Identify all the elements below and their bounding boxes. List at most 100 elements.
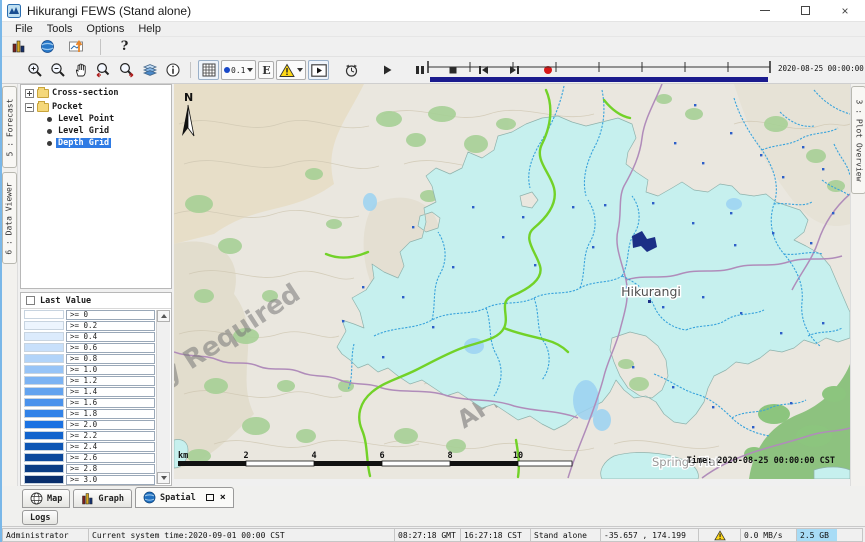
legend-toggle-button[interactable]: E xyxy=(258,61,274,79)
map-viewport[interactable]: API Key Required xyxy=(174,84,850,479)
status-system-time: Current system time:2020-09-01 00:00 CST xyxy=(88,528,394,542)
status-user: Administrator xyxy=(2,528,88,542)
warnings-dropdown[interactable] xyxy=(276,60,306,80)
right-tab-strip: 3 : Plot Overview xyxy=(850,84,865,486)
legend-row: >= 0.4 xyxy=(24,332,155,342)
legend-row: >= 2.2 xyxy=(24,431,155,441)
tree-node-cross-section[interactable]: Cross-section xyxy=(21,87,171,99)
legend-row-label: >= 1.2 xyxy=(66,376,155,386)
tree-leaf[interactable]: Depth Grid xyxy=(21,137,171,149)
logs-panel-button[interactable] xyxy=(8,37,29,57)
legend-row: >= 0 xyxy=(24,310,155,320)
layers-button[interactable] xyxy=(139,60,160,80)
menu-options[interactable]: Options xyxy=(79,23,131,35)
legend-row: >= 2.6 xyxy=(24,453,155,463)
pan-button[interactable] xyxy=(70,60,91,80)
map-canvas[interactable]: API Key Required xyxy=(174,84,850,479)
folder-icon xyxy=(37,89,49,98)
legend-row-label: >= 2.0 xyxy=(66,420,155,430)
menu-help[interactable]: Help xyxy=(131,23,168,35)
logs-tab[interactable]: Logs xyxy=(22,510,58,525)
legend-table: >= 0 >= 0.2 >= 0.4 >= 0.6 xyxy=(24,310,155,485)
map-display-button[interactable] xyxy=(37,37,58,57)
zoom-previous-button[interactable] xyxy=(93,60,114,80)
minimize-button[interactable] xyxy=(745,0,785,21)
tab-maximize-icon[interactable] xyxy=(206,494,214,501)
zoom-out-button[interactable] xyxy=(47,60,68,80)
globe-icon xyxy=(40,39,55,54)
animation-settings-button[interactable] xyxy=(341,60,362,80)
animation-clock-icon xyxy=(343,62,360,79)
collapse-icon[interactable] xyxy=(25,103,34,112)
grid-display-button[interactable] xyxy=(198,60,219,80)
close-button[interactable]: × xyxy=(825,0,865,21)
tab-close-icon[interactable]: × xyxy=(220,492,226,503)
expand-icon[interactable] xyxy=(25,89,34,98)
legend-row-label: >= 1.4 xyxy=(66,387,155,397)
zoom-in-icon xyxy=(27,62,43,78)
folder-icon xyxy=(37,103,49,112)
tab-spatial[interactable]: Spatial × xyxy=(135,487,234,508)
status-local-time: 16:27:18 CST xyxy=(460,528,530,542)
last-value-checkbox[interactable] xyxy=(26,296,35,305)
svg-text:N: N xyxy=(184,91,193,104)
movie-export-button[interactable] xyxy=(308,60,329,80)
info-button[interactable] xyxy=(162,60,183,80)
tab-graph[interactable]: Graph xyxy=(73,489,132,508)
play-icon xyxy=(380,63,394,77)
grid-icon xyxy=(202,63,216,77)
legend-row-label: >= 1.6 xyxy=(66,398,155,408)
scroll-up-button[interactable] xyxy=(157,310,170,322)
tree-node-pocket[interactable]: Pocket xyxy=(21,101,171,113)
legend-color-swatch xyxy=(24,332,64,341)
legend-row: >= 2.4 xyxy=(24,442,155,452)
toolbar-separator xyxy=(100,39,101,55)
status-gmt-time: 08:27:18 GMT xyxy=(394,528,460,542)
play-button[interactable] xyxy=(376,60,397,80)
pause-icon xyxy=(414,64,426,76)
status-download-speed: 0.0 MB/s xyxy=(740,528,796,542)
legend-panel: Last Value >= 0 >= 0.2 >= 0.4 xyxy=(20,292,172,486)
tree-leaf[interactable]: Level Grid xyxy=(21,125,171,137)
menu-file[interactable]: File xyxy=(8,23,40,35)
svg-text:2: 2 xyxy=(243,451,248,461)
left-tab-strip: 5 : Forecast 6 : Data Viewer xyxy=(2,84,18,486)
legend-row-label: >= 0.6 xyxy=(66,343,155,353)
bullet-icon xyxy=(47,129,52,134)
menu-tools[interactable]: Tools xyxy=(40,23,80,35)
tab-data-viewer[interactable]: 6 : Data Viewer xyxy=(2,172,17,264)
maximize-button[interactable] xyxy=(785,0,825,21)
legend-scrollbar[interactable] xyxy=(156,310,170,484)
legend-color-swatch xyxy=(24,387,64,396)
legend-row-label: >= 0.2 xyxy=(66,321,155,331)
zoom-in-button[interactable] xyxy=(24,60,45,80)
app-window: { "window": { "title": "Hikurangi FEWS (… xyxy=(0,0,865,542)
legend-row: >= 0.2 xyxy=(24,321,155,331)
bar-chart-icon xyxy=(81,492,94,505)
legend-row: >= 0.8 xyxy=(24,354,155,364)
globe-icon xyxy=(143,491,156,504)
tab-plot-overview[interactable]: 3 : Plot Overview xyxy=(851,86,865,194)
help-button[interactable]: ? xyxy=(114,37,135,57)
map-toolbar: 0.1 E xyxy=(2,57,865,84)
tab-forecast[interactable]: 5 : Forecast xyxy=(2,86,17,168)
minimize-icon xyxy=(760,10,770,11)
zoom-next-button[interactable] xyxy=(116,60,137,80)
time-slider[interactable] xyxy=(426,59,772,84)
wire-globe-icon xyxy=(30,492,43,505)
contour-classes-dropdown[interactable]: 0.1 xyxy=(221,60,256,80)
bullet-icon xyxy=(47,117,52,122)
legend-color-swatch xyxy=(24,409,64,418)
tab-map[interactable]: Map xyxy=(22,489,70,508)
warning-icon xyxy=(279,63,295,78)
tree-leaf[interactable]: Level Point xyxy=(21,113,171,125)
spatial-display-button[interactable] xyxy=(66,37,87,57)
legend-color-swatch xyxy=(24,475,64,484)
legend-row: >= 1.0 xyxy=(24,365,155,375)
status-bar: Administrator Current system time:2020-0… xyxy=(2,528,865,542)
legend-row-label: >= 2.8 xyxy=(66,464,155,474)
legend-color-swatch xyxy=(24,464,64,473)
status-warning[interactable] xyxy=(698,528,740,542)
main-toolbar: ? xyxy=(2,37,865,57)
scroll-down-button[interactable] xyxy=(157,472,170,484)
